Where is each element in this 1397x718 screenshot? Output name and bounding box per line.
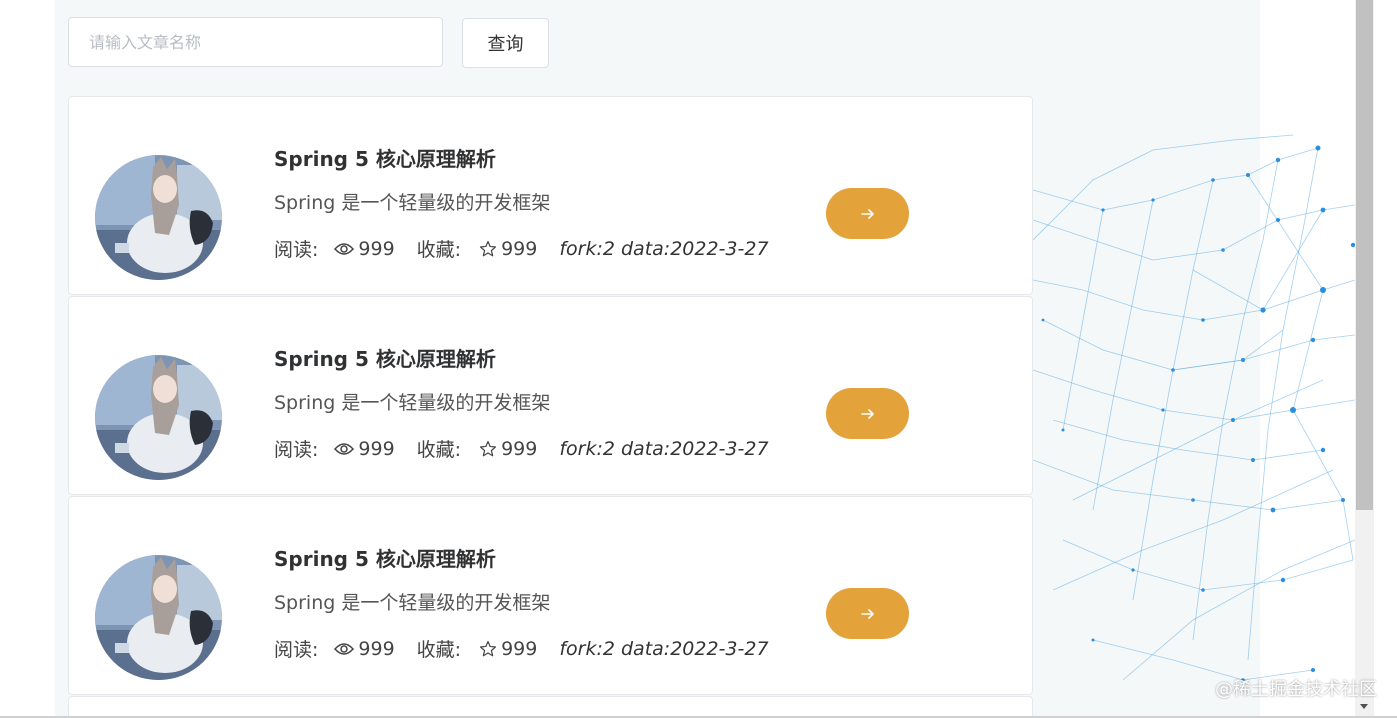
arrow-right-icon xyxy=(860,608,874,619)
read-label: 阅读: xyxy=(274,239,319,261)
eye-icon xyxy=(334,642,355,656)
favorite-label: 收藏: xyxy=(416,639,462,661)
article-title[interactable]: Spring 5 核心原理解析 xyxy=(274,343,496,372)
arrow-right-icon xyxy=(860,208,874,219)
article-extra-info: fork:2 data:2022-3-27 xyxy=(559,237,769,260)
article-description: Spring 是一个轻量级的开发框架 xyxy=(274,392,551,414)
open-article-button[interactable] xyxy=(826,588,909,639)
read-label: 阅读: xyxy=(274,639,319,661)
article-description: Spring 是一个轻量级的开发框架 xyxy=(274,592,551,614)
read-count: 999 xyxy=(358,637,395,660)
read-label: 阅读: xyxy=(274,439,319,461)
article-meta: 阅读: 999 收藏: 999 fork:2 data:2022-3-27 xyxy=(274,435,769,462)
open-article-button[interactable] xyxy=(826,388,909,439)
network-background xyxy=(1033,134,1355,682)
article-title[interactable]: Spring 5 核心原理解析 xyxy=(274,543,496,572)
article-extra-info: fork:2 data:2022-3-27 xyxy=(559,637,769,660)
article-avatar xyxy=(95,555,222,680)
search-button[interactable]: 查询 xyxy=(462,18,549,68)
read-count: 999 xyxy=(358,237,395,260)
favorite-label: 收藏: xyxy=(416,239,462,261)
eye-icon xyxy=(334,442,355,456)
watermark: @稀土掘金技术社区 xyxy=(1215,679,1377,700)
star-icon xyxy=(479,640,497,658)
article-meta: 阅读: 999 收藏: 999 fork:2 data:2022-3-27 xyxy=(274,235,769,262)
article-description: Spring 是一个轻量级的开发框架 xyxy=(274,192,551,214)
article-avatar xyxy=(95,155,222,280)
open-article-button[interactable] xyxy=(826,188,909,239)
eye-icon xyxy=(334,242,355,256)
article-title[interactable]: Spring 5 核心原理解析 xyxy=(274,143,496,172)
arrow-right-icon xyxy=(860,408,874,419)
read-count: 999 xyxy=(358,437,395,460)
article-extra-info: fork:2 data:2022-3-27 xyxy=(559,437,769,460)
favorite-count: 999 xyxy=(501,237,538,260)
favorite-count: 999 xyxy=(501,437,538,460)
scrollbar-thumb[interactable] xyxy=(1356,0,1373,510)
page: 查询 Spring 5 核心原理解析 Spring 是一个轻量级的开发框架 xyxy=(0,0,1397,718)
star-icon xyxy=(479,240,497,258)
search-input[interactable] xyxy=(68,17,443,67)
article-card: Spring 5 核心原理解析 Spring 是一个轻量级的开发框架 阅读: 9… xyxy=(68,496,1033,695)
article-card: Spring 5 核心原理解析 Spring 是一个轻量级的开发框架 阅读: 9… xyxy=(68,96,1033,295)
favorite-count: 999 xyxy=(501,637,538,660)
article-card-partial xyxy=(68,696,1033,718)
article-card: Spring 5 核心原理解析 Spring 是一个轻量级的开发框架 阅读: 9… xyxy=(68,296,1033,495)
scroll-down-arrow-icon[interactable] xyxy=(1358,700,1370,712)
favorite-label: 收藏: xyxy=(416,439,462,461)
article-meta: 阅读: 999 收藏: 999 fork:2 data:2022-3-27 xyxy=(274,635,769,662)
article-list: Spring 5 核心原理解析 Spring 是一个轻量级的开发框架 阅读: 9… xyxy=(68,96,1033,718)
star-icon xyxy=(479,440,497,458)
article-avatar xyxy=(95,355,222,480)
